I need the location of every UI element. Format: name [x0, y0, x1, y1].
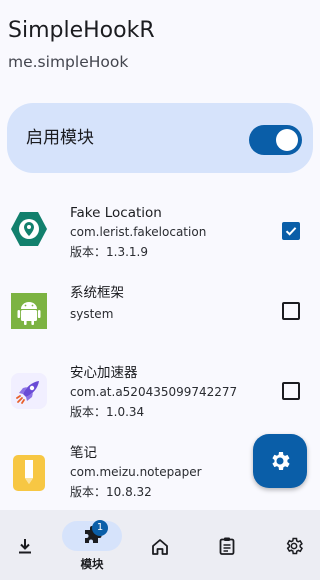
module-count-badge: 1 — [92, 520, 108, 536]
module-name: Fake Location — [70, 205, 162, 221]
module-version: 版本：1.3.1.9 — [70, 245, 148, 259]
clipboard-icon — [219, 537, 235, 555]
settings-icon — [286, 537, 303, 555]
settings-fab[interactable] — [253, 434, 307, 488]
module-package: com.meizu.notepaper — [70, 465, 202, 479]
module-item-system-framework[interactable]: 系统框架 system — [0, 272, 320, 352]
module-name: 安心加速器 — [70, 365, 138, 381]
enable-module-switch[interactable] — [249, 125, 302, 155]
module-name: 笔记 — [70, 445, 97, 461]
nav-item-modules[interactable]: 1 模块 — [0, 510, 130, 580]
notes-app-icon — [13, 455, 45, 491]
nav-item-home[interactable] — [140, 510, 180, 580]
android-app-icon — [11, 293, 47, 329]
module-item-accelerator[interactable]: 安心加速器 com.at.a520435099742277 版本：1.0.34 — [0, 352, 320, 432]
module-version: 版本：1.0.34 — [70, 405, 145, 419]
switch-thumb — [276, 129, 298, 151]
enable-module-label: 启用模块 — [26, 128, 94, 148]
app-package-name: me.simpleHook — [8, 53, 129, 71]
module-text: 安心加速器 com.at.a520435099742277 版本：1.0.34 — [70, 364, 280, 422]
module-checkbox[interactable] — [282, 222, 300, 240]
module-text: 笔记 com.meizu.notepaper 版本：10.8.32 — [70, 444, 280, 502]
rocket-app-icon — [11, 373, 47, 409]
module-text: 系统框架 system — [70, 284, 280, 324]
module-text: Fake Location com.lerist.fakelocation 版本… — [70, 204, 280, 262]
home-icon — [152, 539, 168, 555]
module-package: com.at.a520435099742277 — [70, 385, 238, 399]
module-package: com.lerist.fakelocation — [70, 225, 207, 239]
gear-icon — [272, 452, 290, 470]
nav-label-modules: 模块 — [80, 557, 104, 571]
module-checkbox[interactable] — [282, 302, 300, 320]
module-package: system — [70, 307, 114, 321]
nav-item-logs[interactable] — [207, 510, 247, 580]
checkmark-icon — [285, 227, 297, 236]
app-header: SimpleHookR me.simpleHook — [8, 16, 155, 73]
enable-module-card[interactable]: 启用模块 — [7, 103, 313, 173]
module-version: 版本：10.8.32 — [70, 485, 152, 499]
fake-location-app-icon — [11, 212, 47, 246]
module-item-fake-location[interactable]: Fake Location com.lerist.fakelocation 版本… — [0, 192, 320, 272]
module-name: 系统框架 — [70, 285, 124, 301]
app-title: SimpleHookR — [8, 18, 155, 43]
nav-item-settings[interactable] — [274, 510, 314, 580]
bottom-navigation: 1 模块 — [0, 510, 320, 580]
module-checkbox[interactable] — [282, 382, 300, 400]
